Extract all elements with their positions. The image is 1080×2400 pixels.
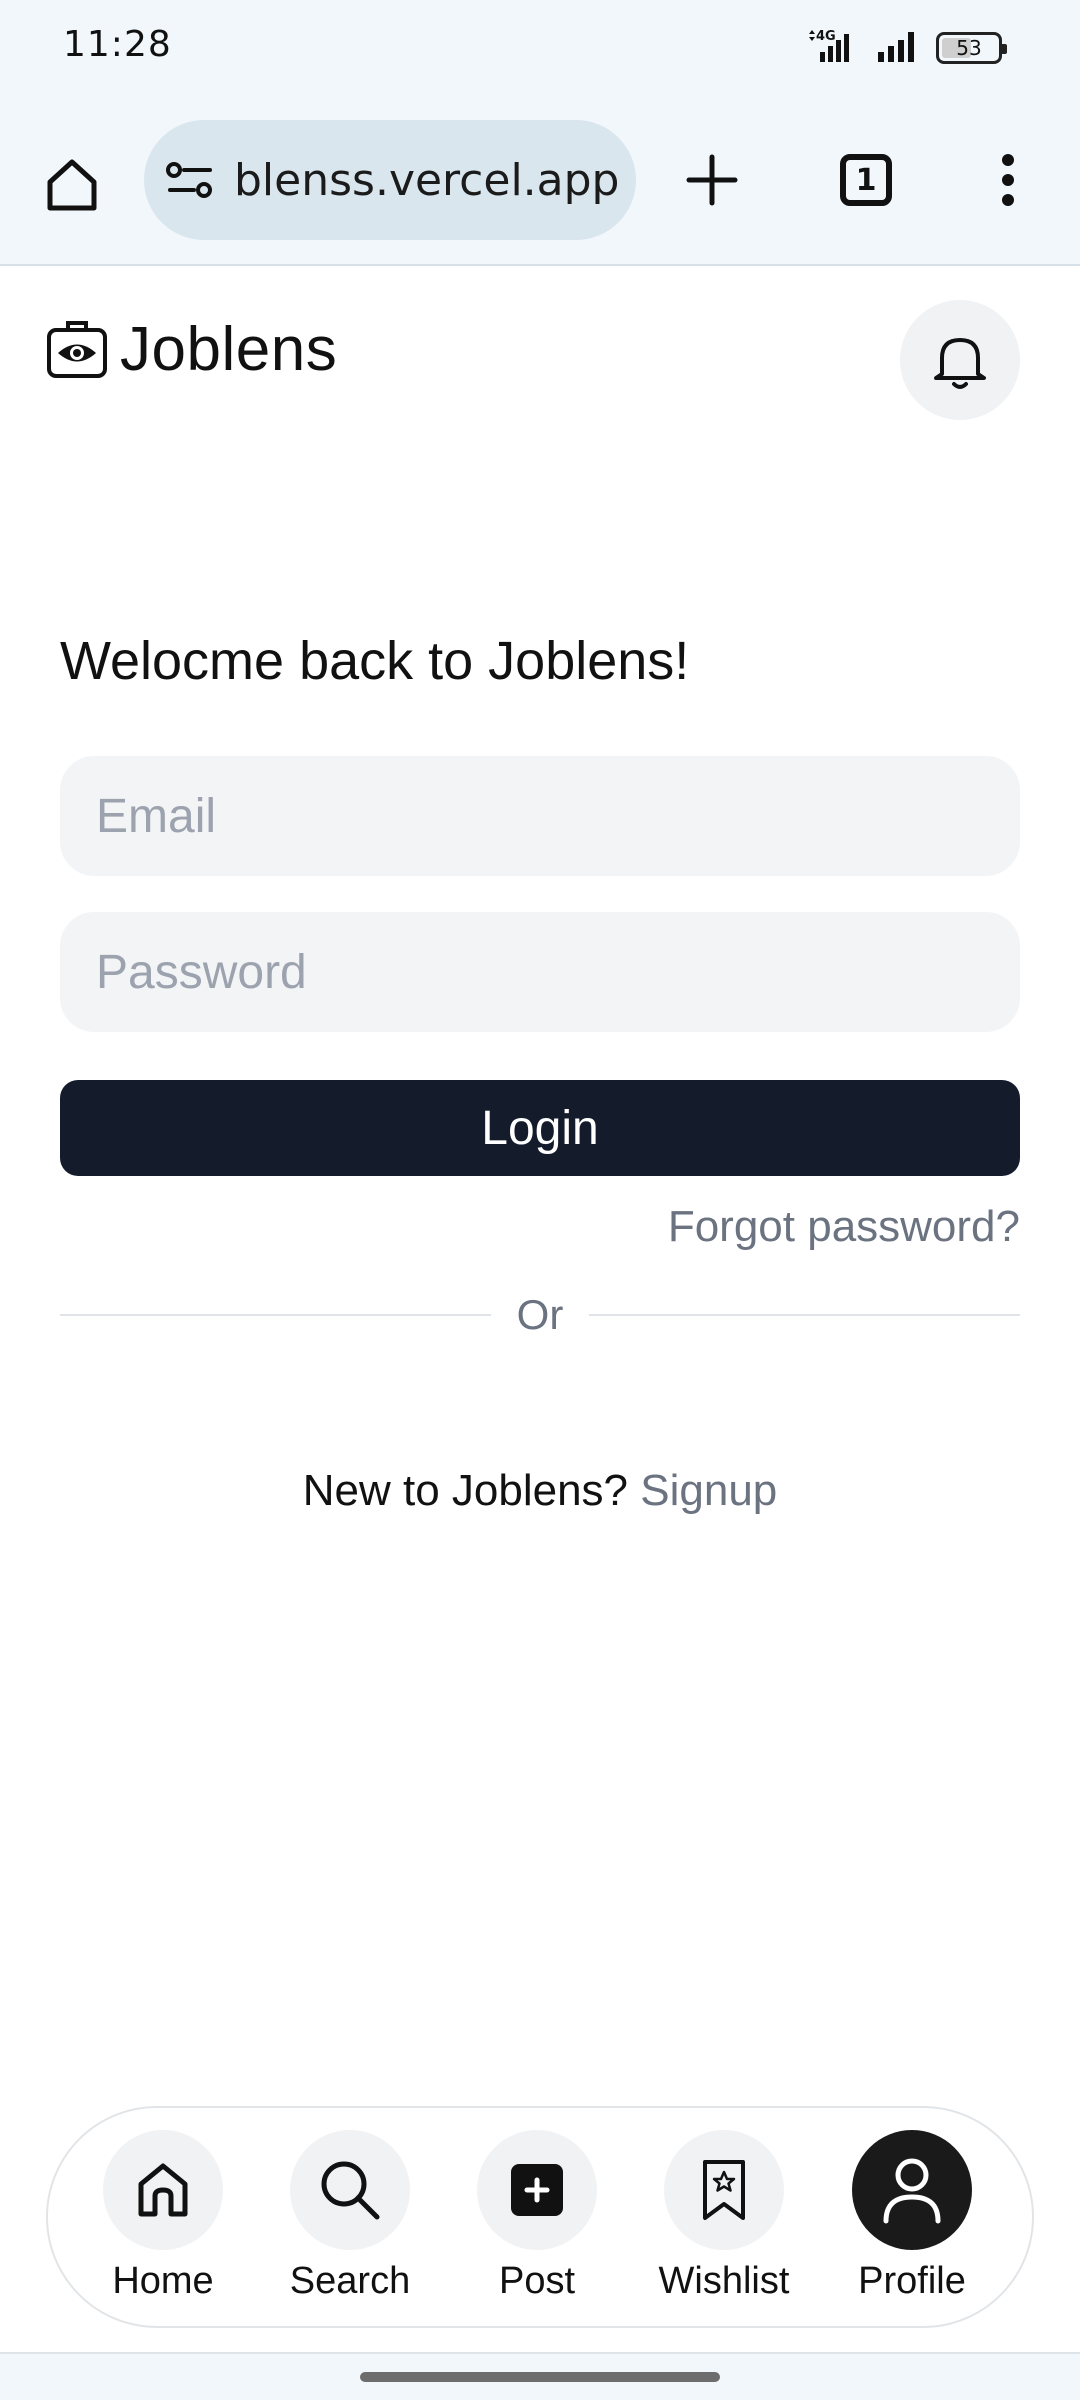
search-icon bbox=[321, 2161, 380, 2220]
signal-icon bbox=[876, 28, 922, 68]
nav-item-profile[interactable]: Profile bbox=[837, 2130, 987, 2320]
profile-icon bbox=[883, 2158, 941, 2224]
site-settings-icon bbox=[166, 162, 212, 198]
battery-percent: 53 bbox=[956, 36, 982, 60]
gesture-handle[interactable] bbox=[360, 2372, 720, 2382]
divider-line-left bbox=[60, 1314, 491, 1316]
browser-menu-button[interactable] bbox=[972, 144, 1044, 216]
email-field[interactable] bbox=[60, 756, 1020, 876]
notifications-button[interactable] bbox=[900, 300, 1020, 420]
more-vert-icon bbox=[1002, 154, 1014, 206]
nav-home-circle bbox=[103, 2130, 223, 2250]
tab-switcher-button[interactable]: 1 bbox=[830, 144, 902, 216]
status-bar: 11:28 4G 53 bbox=[0, 0, 1080, 96]
signup-prompt: New to Joblens? bbox=[302, 1466, 629, 1515]
battery-icon: 53 bbox=[936, 32, 1007, 64]
nav-search-circle bbox=[290, 2130, 410, 2250]
home-icon bbox=[47, 159, 97, 211]
plus-icon bbox=[686, 154, 738, 206]
gesture-bar bbox=[0, 2352, 1080, 2400]
status-icons: 4G 53 bbox=[806, 28, 1007, 68]
svg-text:4G: 4G bbox=[816, 29, 836, 44]
bell-icon bbox=[934, 338, 986, 389]
nav-profile-circle bbox=[852, 2130, 972, 2250]
nav-item-post[interactable]: Post bbox=[462, 2130, 612, 2320]
signup-row: New to Joblens? Signup bbox=[0, 1466, 1080, 1516]
divider-line-right bbox=[589, 1314, 1020, 1316]
nav-label-wishlist: Wishlist bbox=[658, 2260, 790, 2302]
url-text: blenss.vercel.app bbox=[234, 154, 620, 206]
browser-toolbar: blenss.vercel.app 1 bbox=[0, 96, 1080, 266]
divider-label: Or bbox=[516, 1291, 564, 1338]
password-field[interactable] bbox=[60, 912, 1020, 1032]
wishlist-icon bbox=[703, 2160, 745, 2220]
page-title: Welocme back to Joblens! bbox=[60, 631, 690, 691]
home-icon bbox=[138, 2163, 188, 2217]
signup-link[interactable]: Signup bbox=[640, 1466, 777, 1515]
post-icon bbox=[511, 2164, 563, 2216]
nav-wishlist-circle bbox=[664, 2130, 784, 2250]
nav-item-search[interactable]: Search bbox=[275, 2130, 425, 2320]
brand-name[interactable]: Joblens bbox=[120, 314, 337, 385]
bottom-nav: Home Search Post Wishlist Profile bbox=[46, 2106, 1034, 2328]
nav-item-wishlist[interactable]: Wishlist bbox=[649, 2130, 799, 2320]
app-header: Joblens bbox=[0, 268, 1080, 448]
url-bar[interactable]: blenss.vercel.app bbox=[144, 120, 636, 240]
nav-label-profile: Profile bbox=[858, 2260, 966, 2302]
forgot-password-link[interactable]: Forgot password? bbox=[668, 1202, 1020, 1252]
or-divider: Or bbox=[60, 1290, 1020, 1340]
nav-item-home[interactable]: Home bbox=[88, 2130, 238, 2320]
nav-label-home: Home bbox=[112, 2260, 214, 2302]
joblens-logo-icon bbox=[47, 321, 107, 378]
browser-home-button[interactable] bbox=[36, 148, 108, 220]
new-tab-button[interactable] bbox=[676, 144, 748, 216]
login-button[interactable]: Login bbox=[60, 1080, 1020, 1176]
network-4g-icon: 4G bbox=[806, 28, 862, 68]
nav-post-circle bbox=[477, 2130, 597, 2250]
nav-label-post: Post bbox=[498, 2260, 576, 2302]
tab-count: 1 bbox=[840, 154, 892, 206]
status-time: 11:28 bbox=[63, 24, 172, 65]
nav-label-search: Search bbox=[289, 2260, 411, 2302]
